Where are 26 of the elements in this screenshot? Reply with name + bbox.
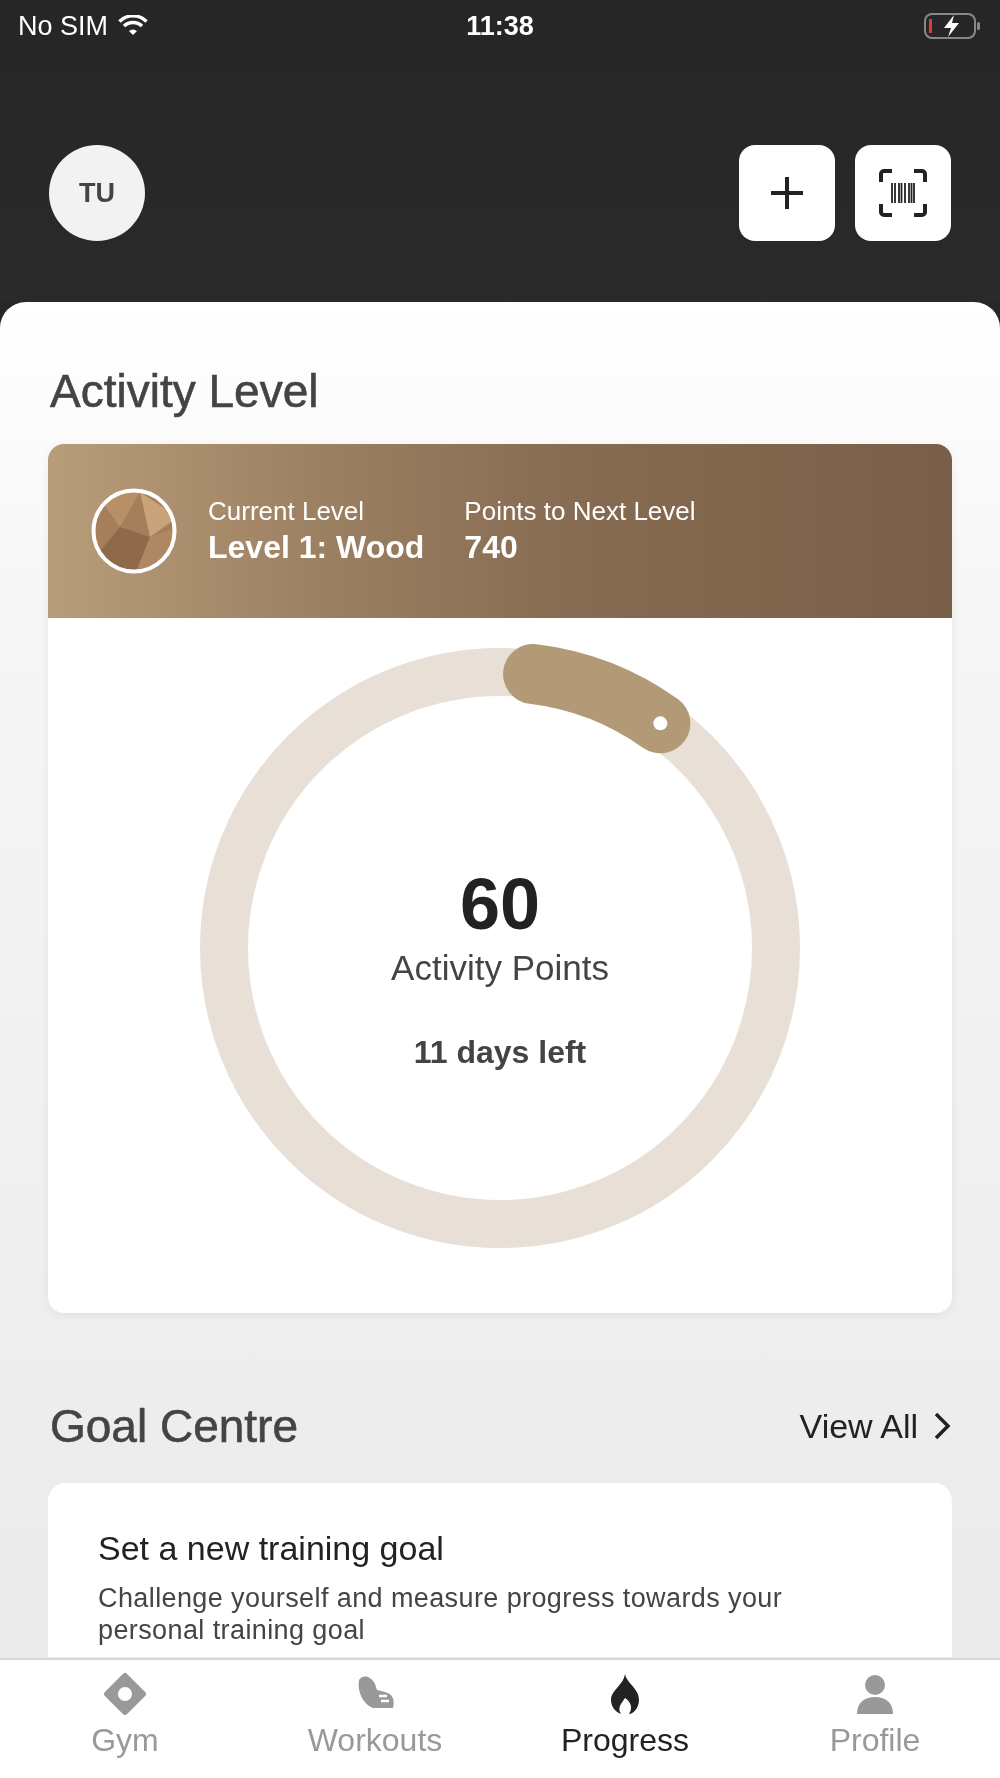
points-caption: Activity Points bbox=[391, 948, 609, 988]
points-number: 60 bbox=[459, 868, 541, 940]
wood-badge-icon bbox=[90, 487, 178, 575]
barcode-scan-icon bbox=[878, 168, 928, 218]
add-button[interactable] bbox=[739, 145, 835, 241]
days-left-text: 11 days left bbox=[413, 1034, 587, 1071]
view-all-link[interactable]: View All bbox=[799, 1350, 952, 1446]
chevron-right-icon bbox=[932, 1411, 952, 1441]
level-label: Current Level bbox=[208, 496, 366, 527]
section-title: Goal Centre bbox=[49, 1399, 299, 1454]
battery-icon bbox=[924, 12, 982, 40]
clock-time: 11:38 bbox=[466, 10, 534, 42]
points-value: 740 bbox=[464, 529, 519, 566]
goal-card[interactable]: Set a new training goal Challenge yourself and measure progress towards your personal training goal bbox=[48, 1483, 952, 1657]
carrier-text: No SIM bbox=[18, 10, 109, 42]
map-pin-icon bbox=[103, 1672, 147, 1716]
tab[interactable]: Progress bbox=[500, 1660, 750, 1778]
level-value: Level 1: Wood bbox=[208, 529, 425, 566]
plus-icon bbox=[768, 174, 806, 212]
section-title: Activity Level bbox=[49, 364, 320, 419]
points-label: Points to Next Level bbox=[464, 496, 696, 527]
scan-button[interactable] bbox=[855, 145, 951, 241]
user-avatar[interactable]: TU bbox=[49, 145, 145, 241]
wifi-icon bbox=[118, 15, 149, 37]
goal-card-text: Challenge yourself and measure progress towards your personal training goal bbox=[98, 1582, 784, 1647]
goal-card-title: Set a new training goal bbox=[98, 1529, 445, 1568]
